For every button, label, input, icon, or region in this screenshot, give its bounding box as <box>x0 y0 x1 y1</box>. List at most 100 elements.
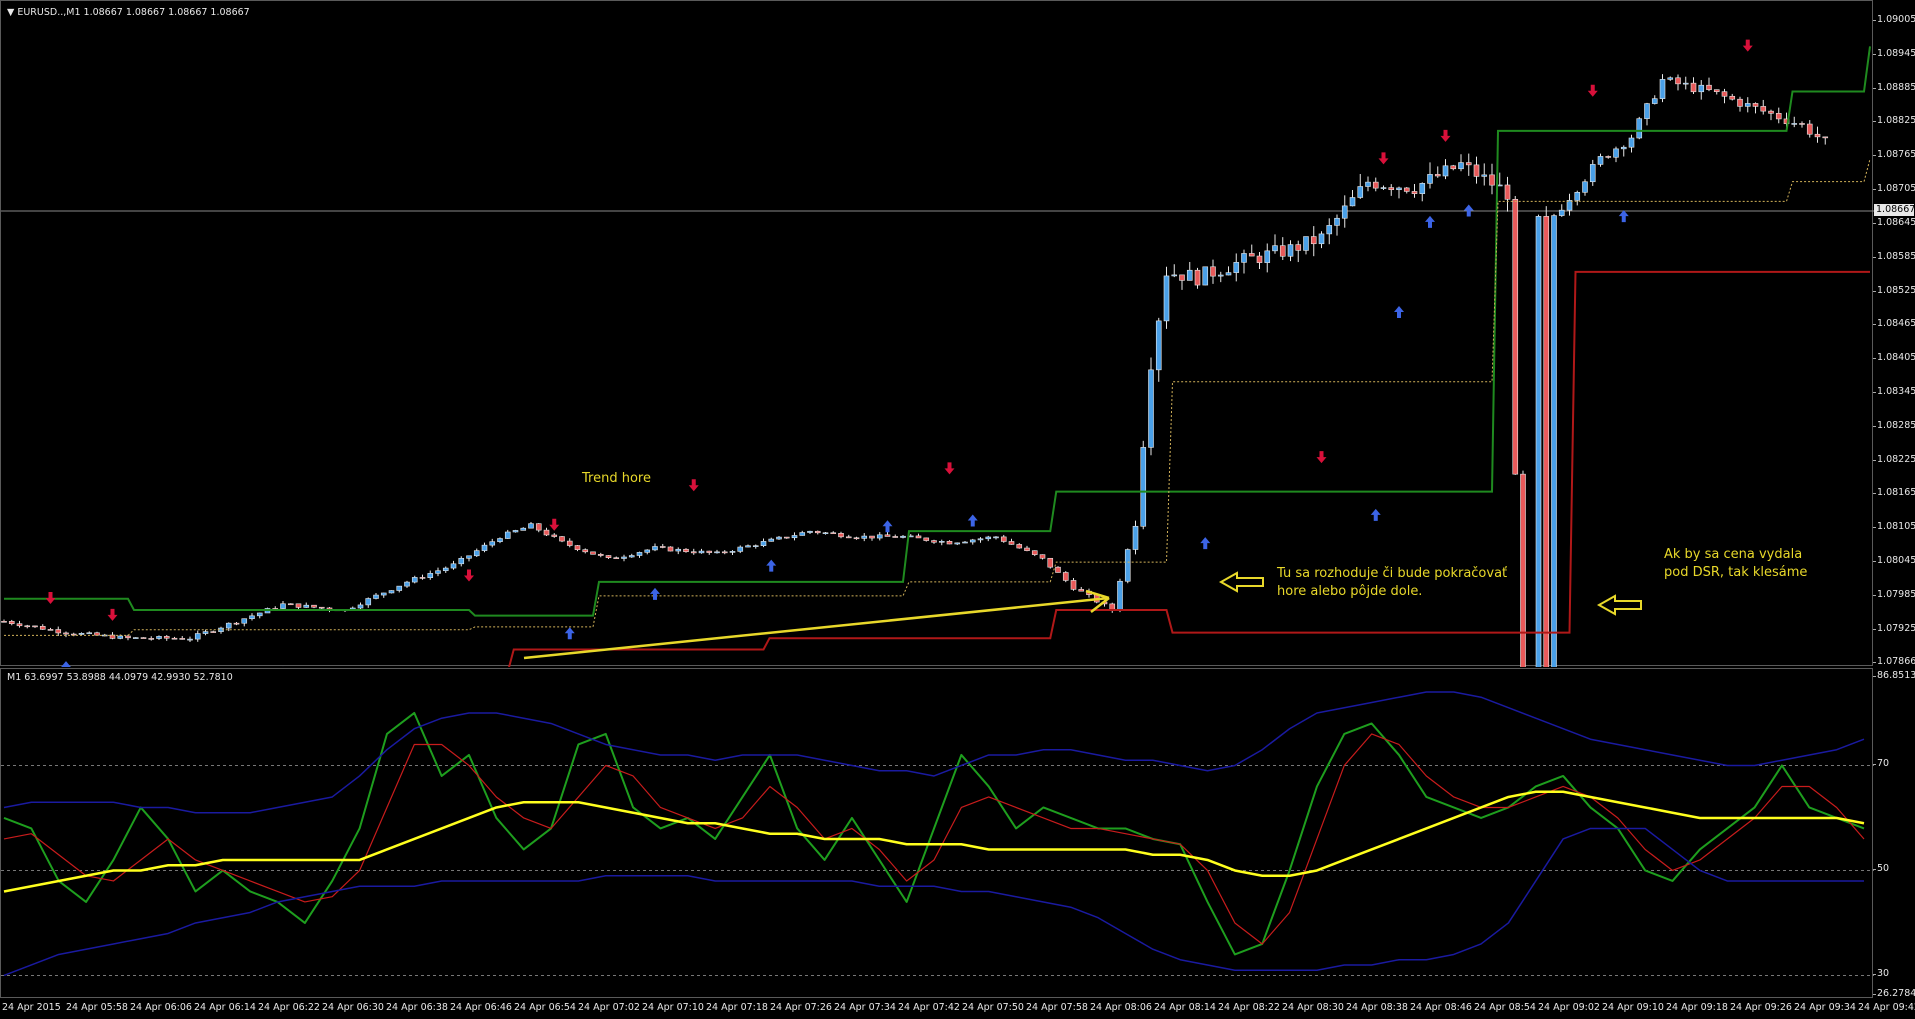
candle-body <box>1070 580 1077 590</box>
candle-body <box>1744 103 1751 107</box>
down-arrow-icon <box>107 608 118 621</box>
price-tick-label: 1.08105 <box>1872 521 1915 533</box>
candle-body <box>1597 156 1604 165</box>
candle-body <box>179 638 186 640</box>
up-arrow-icon <box>61 661 71 667</box>
candle-body <box>442 567 449 572</box>
candle-body <box>1062 572 1069 581</box>
candle-body <box>241 618 248 624</box>
candle-body <box>1372 181 1379 189</box>
time-tick-label: 24 Apr 07:10 <box>642 1002 704 1013</box>
candle-body <box>435 570 441 574</box>
candle-body <box>1535 216 1542 667</box>
candle-body <box>869 535 875 539</box>
candle-body <box>24 625 31 628</box>
candle-body <box>1326 225 1333 235</box>
candle-body <box>78 632 85 635</box>
candle-body <box>721 551 728 554</box>
candle-body <box>1016 544 1023 549</box>
candle-body <box>791 535 798 539</box>
price-tick-label: 1.08525 <box>1872 284 1915 296</box>
candle-body <box>388 590 395 594</box>
candle-body <box>504 531 511 539</box>
candle-body <box>745 545 751 548</box>
candle-body <box>1403 187 1410 192</box>
indicator-pane[interactable]: M1 63.6997 53.8988 44.0979 42.9930 52.78… <box>0 668 1874 998</box>
candle-body <box>1520 473 1526 667</box>
candle-body <box>1186 269 1193 281</box>
candle-body <box>1303 236 1309 251</box>
candle-body <box>1008 541 1015 545</box>
candle-body <box>1651 98 1658 104</box>
candle-body <box>1225 272 1232 276</box>
down-arrow-icon <box>944 462 955 475</box>
candle-body <box>675 548 682 552</box>
candle-body <box>1822 136 1829 139</box>
candle-body <box>1427 174 1433 184</box>
candle-body <box>1132 525 1139 550</box>
annotation-decision-1: Tu sa rozhoduje či bude pokračovať <box>1277 566 1508 581</box>
time-tick-label: 24 Apr 07:34 <box>834 1002 896 1013</box>
price-tick-label: 1.08225 <box>1872 453 1915 465</box>
candle-body <box>1551 215 1557 667</box>
candle-body <box>946 541 953 545</box>
candle-body <box>1644 103 1650 119</box>
up-arrow-icon <box>766 559 777 572</box>
up-arrow-icon <box>564 627 575 640</box>
candle-body <box>1737 98 1743 107</box>
candle-body <box>714 551 720 554</box>
time-tick-label: 24 Apr 09:26 <box>1730 1002 1792 1013</box>
candle-body <box>1814 133 1821 138</box>
pointer-arrow-icon <box>1218 571 1264 593</box>
time-tick-label: 24 Apr 08:06 <box>1090 1002 1152 1013</box>
candle-body <box>621 556 627 559</box>
candle-body <box>1465 162 1472 166</box>
down-arrow-icon <box>1378 152 1389 165</box>
price-tick-label: 1.08825 <box>1872 115 1915 127</box>
candle-body <box>807 530 813 533</box>
candle-body <box>652 546 658 551</box>
candle-body <box>900 535 906 538</box>
up-arrow-icon <box>1394 306 1404 319</box>
candle-body <box>148 638 155 640</box>
candle-body <box>481 544 488 551</box>
candle-body <box>1543 216 1550 667</box>
price-chart-pane[interactable]: ▼ EURUSD..,M1 1.08667 1.08667 1.08667 1.… <box>0 0 1874 667</box>
price-tick-label: 1.08465 <box>1872 318 1915 330</box>
candle-body <box>1775 113 1782 120</box>
candle-body <box>1489 174 1495 186</box>
down-arrow-icon <box>1440 129 1451 142</box>
time-tick-label: 24 Apr 09:42 <box>1858 1002 1915 1013</box>
candle-body <box>1210 266 1216 277</box>
price-axis: 1.09005 1.08945 1.08885 1.08825 1.08765 1.087… <box>1872 0 1915 667</box>
candle-body <box>1117 580 1123 611</box>
candle-body <box>636 552 643 556</box>
price-tick-label: 1.08165 <box>1872 487 1915 499</box>
candle-body <box>923 537 930 541</box>
candle-body <box>419 577 426 579</box>
upper-band-line <box>4 46 1871 617</box>
time-tick-label: 24 Apr 06:30 <box>322 1002 384 1013</box>
candle-body <box>1721 91 1728 97</box>
candle-body <box>249 615 255 620</box>
candle-body <box>1287 244 1294 257</box>
indicator-tick-label: 30 <box>1872 968 1890 980</box>
time-tick-label: 24 Apr 09:34 <box>1794 1002 1856 1013</box>
candle-body <box>1419 183 1426 194</box>
candle-body <box>814 530 821 534</box>
up-arrow-icon <box>1370 508 1381 521</box>
candle-body <box>1698 84 1705 93</box>
annotation-decision-2: hore alebo pôjde dole. <box>1277 584 1423 599</box>
candle-body <box>1582 181 1588 193</box>
time-tick-label: 24 Apr 06:54 <box>514 1002 576 1013</box>
candle-body <box>163 636 170 639</box>
candle-body <box>659 546 666 548</box>
candle-body <box>94 632 100 636</box>
up-arrow-icon <box>1200 537 1211 550</box>
candle-body <box>512 530 519 533</box>
candle-body <box>1713 89 1720 92</box>
candle-body <box>884 534 891 537</box>
candle-body <box>466 555 472 559</box>
candle-body <box>233 622 240 625</box>
candle-body <box>1450 165 1457 170</box>
